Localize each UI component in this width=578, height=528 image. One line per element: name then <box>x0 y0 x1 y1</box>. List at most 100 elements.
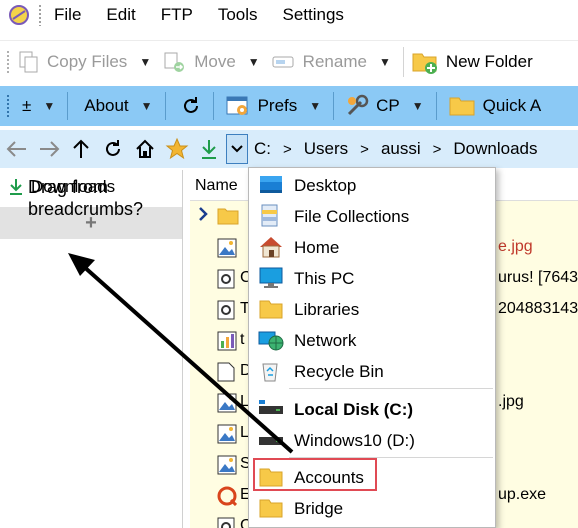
plusminus-dropdown[interactable]: ▼ <box>43 99 55 113</box>
move-button[interactable]: Move <box>163 41 236 83</box>
favorites-star-icon[interactable] <box>164 130 190 168</box>
menu-item-desktop[interactable]: Desktop <box>249 170 495 201</box>
media-file-icon <box>217 300 235 320</box>
refresh-icon[interactable] <box>181 96 201 116</box>
menu-item-label: This PC <box>294 269 355 288</box>
rename-label: Rename <box>302 51 367 71</box>
breadcrumb-dropdown-button[interactable] <box>226 134 248 164</box>
xyplorer-window: File Edit FTP Tools Settings Copy Files … <box>0 0 578 528</box>
copy-icon <box>18 50 40 74</box>
toolbar-grip-2[interactable] <box>6 94 10 118</box>
folder-icon <box>448 94 476 118</box>
breadcrumb-drive[interactable]: C: <box>254 139 271 159</box>
menu-item-recycle-bin[interactable]: Recycle Bin <box>249 356 495 387</box>
new-folder-button[interactable]: New Folder <box>411 41 533 83</box>
rename-button[interactable]: Rename <box>272 41 367 83</box>
download-icon <box>8 178 24 196</box>
expand-arrow-icon[interactable] <box>198 207 208 221</box>
plusminus-button[interactable]: ± <box>22 96 31 116</box>
this-pc-icon <box>258 266 284 290</box>
file-name-tail: 204883143 <box>498 300 578 317</box>
about-button[interactable]: About <box>84 96 128 116</box>
breadcrumb-separator[interactable]: > <box>360 141 369 158</box>
chart-file-icon <box>217 331 237 351</box>
image-file-icon <box>217 238 237 258</box>
media-file-icon <box>217 269 235 289</box>
about-dropdown[interactable]: ▼ <box>141 99 153 113</box>
breadcrumb-dropdown-menu: Desktop File Collections Home This PC Li… <box>248 167 496 528</box>
file-name-tail: e.jpg <box>498 238 533 255</box>
menu-item-this-pc[interactable]: This PC <box>249 263 495 294</box>
drive-icon <box>258 428 284 452</box>
cp-button[interactable]: CP <box>345 85 400 127</box>
copy-files-dropdown[interactable]: ▼ <box>139 55 151 69</box>
menu-item-windows10-d[interactable]: Windows10 (D:) <box>249 425 495 456</box>
refresh-icon[interactable] <box>100 130 126 168</box>
desktop-icon <box>258 173 284 197</box>
menu-item-label: Home <box>294 238 340 257</box>
file-ops-toolbar: Copy Files ▼ Move ▼ Rename ▼ New Folder <box>0 40 578 82</box>
menu-divider <box>289 388 493 389</box>
move-dropdown[interactable]: ▼ <box>248 55 260 69</box>
menu-item-local-disk-c[interactable]: Local Disk (C:) <box>249 394 495 425</box>
breadcrumb-user[interactable]: aussi <box>381 139 421 159</box>
toolbar-separator <box>212 92 214 120</box>
breadcrumb-users[interactable]: Users <box>304 139 348 159</box>
move-label: Move <box>194 51 236 71</box>
download-icon[interactable] <box>196 130 222 168</box>
menu-item-label: Recycle Bin <box>294 362 384 381</box>
copy-files-button[interactable]: Copy Files <box>18 41 127 83</box>
menu-item-label: Local Disk (C:) <box>294 400 414 419</box>
menu-item-label: Windows10 (D:) <box>294 431 415 450</box>
forward-icon[interactable] <box>36 130 62 168</box>
menu-item-home[interactable]: Home <box>249 232 495 263</box>
breadcrumb-separator[interactable]: > <box>283 141 292 158</box>
file-name-tail: urus! [7643 <box>498 269 578 286</box>
file-name: t <box>240 331 245 348</box>
prefs-label: Prefs <box>257 96 298 115</box>
prefs-dropdown[interactable]: ▼ <box>309 99 321 113</box>
annotation-line-1: Drag from <box>28 177 109 197</box>
toolbar-separator <box>164 92 166 120</box>
secondary-toolbar: ± ▼ About ▼ Prefs ▼ CP ▼ Quick A <box>0 86 578 126</box>
recycle-bin-icon <box>258 359 282 383</box>
menu-item-libraries[interactable]: Libraries <box>249 294 495 325</box>
prefs-button[interactable]: Prefs <box>225 85 298 127</box>
cp-icon <box>345 94 369 118</box>
folder-icon <box>258 496 284 520</box>
address-bar: C: > Users > aussi > Downloads <box>0 130 578 168</box>
breadcrumb-separator[interactable]: > <box>433 141 442 158</box>
menubar-grip[interactable] <box>38 4 42 26</box>
menu-edit[interactable]: Edit <box>106 0 135 30</box>
menu-settings[interactable]: Settings <box>283 0 344 30</box>
cp-dropdown[interactable]: ▼ <box>412 99 424 113</box>
toolbar-separator <box>435 92 437 120</box>
image-file-icon <box>217 455 237 475</box>
toolbar-separator <box>333 92 335 120</box>
quick-access-button[interactable]: Quick A <box>448 85 542 127</box>
menu-item-label: Libraries <box>294 300 360 319</box>
breadcrumb-downloads[interactable]: Downloads <box>453 139 537 159</box>
toolbar-grip[interactable] <box>6 49 10 74</box>
libraries-icon <box>258 297 284 321</box>
copy-files-label: Copy Files <box>47 51 128 71</box>
menu-item-file-collections[interactable]: File Collections <box>249 201 495 232</box>
app-icon[interactable] <box>0 0 38 30</box>
rename-dropdown[interactable]: ▼ <box>379 55 391 69</box>
menu-item-bridge[interactable]: Bridge <box>249 493 495 524</box>
home-icon[interactable] <box>132 130 158 168</box>
quick-access-label: Quick A <box>482 96 542 115</box>
back-icon[interactable] <box>4 130 30 168</box>
menu-ftp[interactable]: FTP <box>161 0 193 30</box>
menu-file[interactable]: File <box>54 0 81 30</box>
menu-item-network[interactable]: Network <box>249 325 495 356</box>
menu-tools[interactable]: Tools <box>218 0 258 30</box>
folder-icon <box>217 207 239 225</box>
file-collections-icon <box>258 204 282 228</box>
document-file-icon <box>217 362 235 382</box>
cp-label: CP <box>376 96 400 115</box>
up-icon[interactable] <box>68 130 94 168</box>
executable-file-icon <box>217 486 237 506</box>
menu-item-label: Desktop <box>294 176 357 195</box>
image-file-icon <box>217 393 237 413</box>
